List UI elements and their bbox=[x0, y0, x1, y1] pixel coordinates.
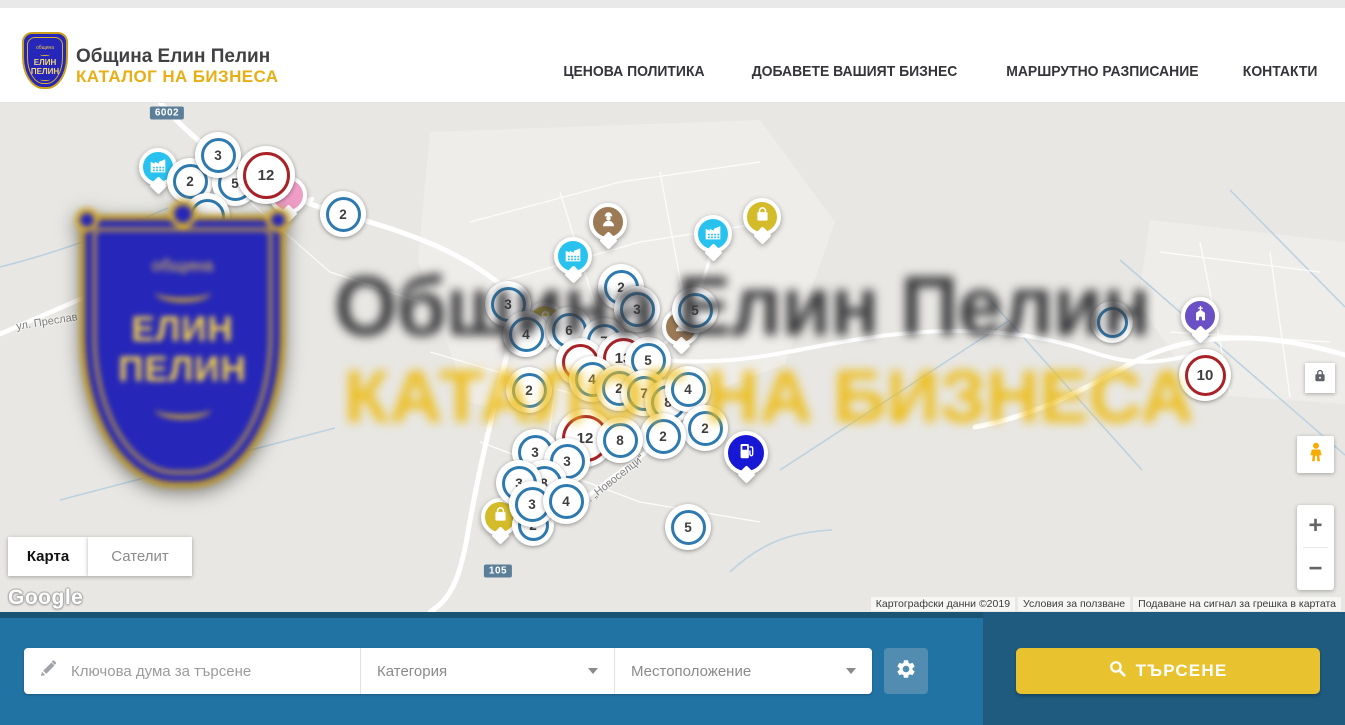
church-pin[interactable] bbox=[1181, 297, 1219, 341]
cluster-count bbox=[1097, 307, 1128, 338]
cluster-marker[interactable]: 4 bbox=[543, 478, 589, 524]
top-strip bbox=[0, 0, 1345, 8]
fuel-pin[interactable] bbox=[724, 431, 768, 481]
zoom-out-button[interactable]: − bbox=[1297, 548, 1334, 590]
search-submit-button[interactable]: ТЪРСЕНЕ bbox=[1016, 648, 1320, 694]
logo-name-line2: ПЕЛИН bbox=[31, 67, 59, 76]
report-error-link[interactable]: Подаване на сигнал за грешка в картата bbox=[1133, 597, 1341, 611]
shopping-bag-icon bbox=[492, 506, 509, 528]
cluster-count: 12 bbox=[243, 152, 290, 199]
site-subtitle: КАТАЛОГ НА БИЗНЕСА bbox=[76, 67, 278, 87]
street-view-pegman[interactable] bbox=[1297, 436, 1334, 473]
cluster-count: 4 bbox=[671, 372, 706, 407]
cluster-marker[interactable]: 12 bbox=[237, 146, 295, 204]
cluster-marker[interactable]: 2 bbox=[682, 405, 728, 451]
map-type-map-button[interactable]: Карта bbox=[8, 537, 88, 576]
nav-item-pricing[interactable]: ЦЕНОВА ПОЛИТИКА bbox=[563, 63, 704, 80]
cluster-marker[interactable]: 3 bbox=[195, 132, 241, 178]
factory-icon bbox=[704, 223, 722, 246]
map-attribution: Картографски данни ©2019 Условия за полз… bbox=[871, 597, 1341, 611]
cluster-count bbox=[190, 199, 225, 234]
nav-item-add-business[interactable]: ДОБАВЕТЕ ВАШИЯТ БИЗНЕС bbox=[752, 63, 958, 80]
shopping-bag-pin[interactable] bbox=[743, 198, 781, 242]
cluster-count: 2 bbox=[326, 197, 361, 232]
keyword-segment bbox=[24, 648, 360, 694]
cluster-marker[interactable]: 4 bbox=[503, 311, 549, 357]
cluster-marker[interactable]: 2 bbox=[320, 191, 366, 237]
chevron-down-icon bbox=[588, 668, 598, 674]
worker-pin[interactable] bbox=[589, 203, 627, 247]
keyword-search-input[interactable] bbox=[69, 662, 360, 681]
advanced-settings-button[interactable] bbox=[884, 648, 928, 694]
google-logo[interactable]: Google bbox=[8, 586, 83, 610]
category-dropdown-label: Категория bbox=[377, 663, 447, 680]
factory-icon bbox=[564, 245, 582, 268]
cluster-marker[interactable]: 10 bbox=[1179, 349, 1231, 401]
factory-pin[interactable] bbox=[694, 215, 732, 259]
cluster-count: 3 bbox=[620, 292, 655, 327]
cluster-marker[interactable]: 2 bbox=[506, 367, 552, 413]
site-title: Община Елин Пелин bbox=[76, 47, 278, 67]
lock-button[interactable] bbox=[1305, 363, 1335, 393]
cluster-count: 5 bbox=[678, 293, 713, 328]
map-data-copyright: Картографски данни ©2019 bbox=[871, 597, 1015, 611]
church-icon bbox=[1192, 305, 1209, 327]
shopping-bag-icon bbox=[754, 206, 771, 228]
municipality-logo[interactable]: община ЕЛИН ПЕЛИН bbox=[22, 32, 68, 89]
gear-icon bbox=[895, 658, 917, 685]
cluster-count: 4 bbox=[509, 317, 544, 352]
pegman-icon bbox=[1306, 442, 1326, 467]
zoom-in-button[interactable]: + bbox=[1297, 505, 1334, 547]
map-type-satellite-button[interactable]: Сателит bbox=[88, 537, 192, 576]
search-input-group: Категория Местоположение bbox=[24, 648, 872, 694]
site-titles: Община Елин Пелин КАТАЛОГ НА БИЗНЕСА bbox=[76, 47, 278, 87]
search-submit-label: ТЪРСЕНЕ bbox=[1136, 661, 1228, 681]
worker-icon bbox=[600, 211, 617, 233]
cluster-count: 2 bbox=[688, 411, 723, 446]
factory-pin[interactable] bbox=[554, 237, 592, 281]
zoom-control: + − bbox=[1297, 505, 1334, 590]
header: община ЕЛИН ПЕЛИН Община Елин Пелин КАТА… bbox=[0, 8, 1345, 103]
category-dropdown[interactable]: Категория bbox=[360, 648, 614, 694]
fuel-icon bbox=[737, 441, 756, 465]
municipality-logo-inner: община ЕЛИН ПЕЛИН bbox=[27, 37, 63, 84]
search-bar: Категория Местоположение ТЪРСЕНЕ bbox=[0, 612, 1345, 725]
page: община ЕЛИН ПЕЛИН Община Елин Пелин КАТА… bbox=[0, 0, 1345, 725]
location-dropdown-label: Местоположение bbox=[631, 663, 751, 680]
cluster-marker[interactable]: 2 bbox=[640, 413, 686, 459]
logo-org-text: община bbox=[36, 46, 54, 51]
cluster-count: 8 bbox=[603, 423, 638, 458]
nav-item-contacts[interactable]: КОНТАКТИ bbox=[1243, 63, 1318, 80]
map-canvas[interactable]: 2531223235467135422784221282338334510 об… bbox=[0, 102, 1345, 612]
cluster-count: 2 bbox=[512, 373, 547, 408]
terms-link[interactable]: Условия за ползване bbox=[1018, 597, 1130, 611]
cluster-marker[interactable]: 5 bbox=[665, 504, 711, 550]
lock-icon bbox=[1313, 369, 1327, 388]
logo-ornament bbox=[40, 78, 50, 81]
cluster-count: 5 bbox=[671, 510, 706, 545]
chevron-down-icon bbox=[846, 668, 856, 674]
cluster-count: 2 bbox=[646, 419, 681, 454]
cluster-count: 4 bbox=[549, 484, 584, 519]
factory-icon bbox=[149, 156, 167, 179]
cluster-count: 3 bbox=[201, 138, 236, 173]
logo-ornament bbox=[40, 53, 50, 56]
search-icon bbox=[1109, 660, 1126, 682]
location-dropdown[interactable]: Местоположение bbox=[614, 648, 872, 694]
cluster-marker[interactable]: 8 bbox=[597, 417, 643, 463]
main-nav: ЦЕНОВА ПОЛИТИКА ДОБАВЕТЕ ВАШИЯТ БИЗНЕС М… bbox=[558, 63, 1320, 80]
pencil-icon bbox=[40, 660, 57, 682]
marker-layer: 2531223235467135422784221282338334510 bbox=[0, 102, 1345, 612]
cluster-marker[interactable] bbox=[1091, 301, 1133, 343]
nav-item-bus-schedule[interactable]: МАРШРУТНО РАЗПИСАНИЕ bbox=[1006, 63, 1198, 80]
logo-name-line1: ЕЛИН bbox=[34, 58, 56, 67]
cluster-marker[interactable]: 5 bbox=[672, 287, 718, 333]
cluster-marker[interactable] bbox=[184, 193, 230, 239]
cluster-count: 10 bbox=[1185, 355, 1226, 396]
